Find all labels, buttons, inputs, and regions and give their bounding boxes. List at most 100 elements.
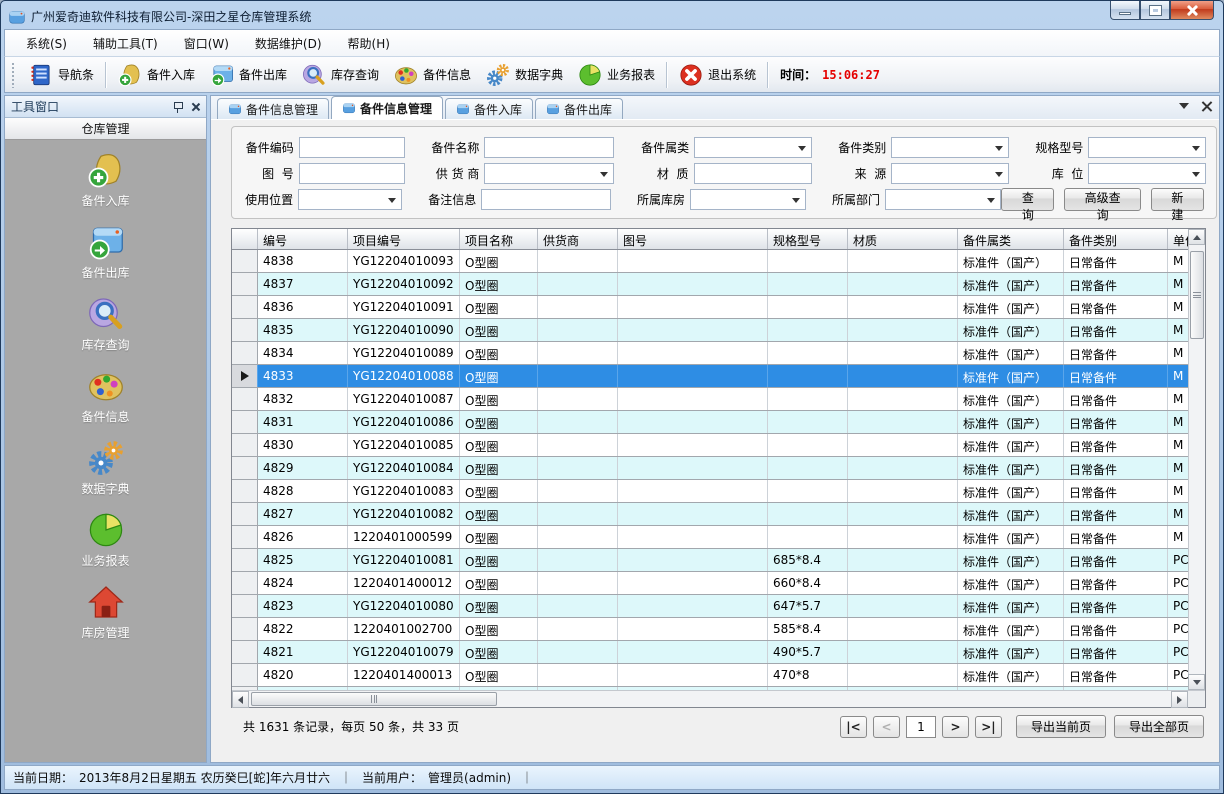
sidebar-item-warehouse-mgmt[interactable]: 库房管理 <box>5 582 206 641</box>
table-row[interactable]: 48201220401400013O型圈470*8标准件（国产）日常备件PC <box>232 664 1188 687</box>
sidebar-item-inventory-query[interactable]: 库存查询 <box>5 294 206 353</box>
horizontal-scrollbar[interactable] <box>232 691 1188 707</box>
tab-close-icon[interactable] <box>1201 101 1211 111</box>
tab-parts-in[interactable]: 备件入库 <box>445 98 533 119</box>
new-button[interactable]: 新建 <box>1151 188 1204 211</box>
table-row[interactable]: 4833YG12204010088O型圈标准件（国产）日常备件M <box>232 365 1188 388</box>
row-selector[interactable] <box>232 457 258 479</box>
row-selector[interactable] <box>232 273 258 295</box>
menu-item-data-maintenance[interactable]: 数据维护(D) <box>242 31 335 56</box>
toolbar-data-dict-button[interactable]: 数据字典 <box>478 59 570 91</box>
sidebar-item-parts-in[interactable]: 备件入库 <box>5 150 206 209</box>
close-button[interactable] <box>1170 1 1214 20</box>
maximize-button[interactable] <box>1140 1 1170 20</box>
sidebar-close-icon[interactable] <box>191 102 200 111</box>
grid-col-header-5[interactable]: 规格型号 <box>768 229 848 249</box>
table-row[interactable]: 48221220401002700O型圈585*8.4标准件（国产）日常备件PC <box>232 618 1188 641</box>
row-selector[interactable] <box>232 549 258 571</box>
table-row[interactable]: 4823YG12204010080O型圈647*5.7标准件（国产）日常备件PC <box>232 595 1188 618</box>
grid-col-header-3[interactable]: 供货商 <box>538 229 618 249</box>
table-row[interactable]: 4836YG12204010091O型圈标准件（国产）日常备件M <box>232 296 1188 319</box>
prev-page-button[interactable]: < <box>873 716 900 738</box>
part-name-input[interactable] <box>484 137 614 158</box>
department-select[interactable] <box>885 189 1001 210</box>
source-select[interactable] <box>891 163 1009 184</box>
grid-col-header-9[interactable]: 单位 <box>1168 229 1188 249</box>
toolbar-parts-info-button[interactable]: 备件信息 <box>386 59 478 91</box>
menu-item-help[interactable]: 帮助(H) <box>335 31 403 56</box>
scroll-up-icon[interactable] <box>1188 229 1205 245</box>
row-selector[interactable] <box>232 388 258 410</box>
warehouse-select[interactable] <box>690 189 806 210</box>
query-button[interactable]: 查询 <box>1001 188 1054 211</box>
scroll-right-icon[interactable] <box>1171 691 1188 708</box>
tab-parts-out[interactable]: 备件出库 <box>535 98 623 119</box>
tab-parts-info-mgmt-1[interactable]: 备件信息管理 <box>217 98 329 119</box>
table-row[interactable]: 4832YG12204010087O型圈标准件（国产）日常备件M <box>232 388 1188 411</box>
grid-col-header-1[interactable]: 项目编号 <box>348 229 460 249</box>
row-selector[interactable] <box>232 411 258 433</box>
menu-item-aux-tools[interactable]: 辅助工具(T) <box>80 31 171 56</box>
row-selector[interactable] <box>232 618 258 640</box>
advanced-query-button[interactable]: 高级查询 <box>1064 188 1140 211</box>
grid-col-header-2[interactable]: 项目名称 <box>460 229 538 249</box>
part-category-select[interactable] <box>694 137 812 158</box>
row-selector[interactable] <box>232 641 258 663</box>
titlebar[interactable]: 广州爱奇迪软件科技有限公司-深田之星仓库管理系统 <box>4 4 1220 29</box>
toolbar-exit-system-button[interactable]: 退出系统 <box>671 59 763 91</box>
table-row[interactable]: 48241220401400012O型圈660*8.4标准件（国产）日常备件PC <box>232 572 1188 595</box>
row-selector[interactable] <box>232 250 258 272</box>
toolbar-inventory-query-button[interactable]: 库存查询 <box>294 59 386 91</box>
next-page-button[interactable]: > <box>942 716 969 738</box>
toolbar-business-report-button[interactable]: 业务报表 <box>570 59 662 91</box>
part-class-select[interactable] <box>891 137 1009 158</box>
vertical-scrollbar[interactable] <box>1188 229 1205 690</box>
vertical-scroll-thumb[interactable] <box>1190 251 1204 339</box>
tab-parts-info-mgmt-2[interactable]: 备件信息管理 <box>331 96 443 119</box>
horizontal-scroll-thumb[interactable] <box>251 692 497 706</box>
table-row[interactable]: 4821YG12204010079O型圈490*5.7标准件（国产）日常备件PC <box>232 641 1188 664</box>
export-all-pages-button[interactable]: 导出全部页 <box>1114 715 1204 738</box>
toolbar-grip-handle[interactable] <box>11 62 16 88</box>
last-page-button[interactable]: >| <box>975 716 1002 738</box>
usage-position-select[interactable] <box>298 189 402 210</box>
toolbar-nav-bar-button[interactable]: 导航条 <box>21 59 101 91</box>
location-select[interactable] <box>1088 163 1206 184</box>
export-current-page-button[interactable]: 导出当前页 <box>1016 715 1106 738</box>
scroll-down-icon[interactable] <box>1188 674 1205 690</box>
material-input[interactable] <box>694 163 812 184</box>
tab-list-dropdown-icon[interactable] <box>1179 103 1189 109</box>
part-code-input[interactable] <box>299 137 405 158</box>
row-selector[interactable] <box>232 526 258 548</box>
row-selector[interactable] <box>232 365 258 387</box>
row-selector[interactable] <box>232 434 258 456</box>
scroll-left-icon[interactable] <box>232 691 249 708</box>
table-row[interactable]: 4827YG12204010082O型圈标准件（国产）日常备件M <box>232 503 1188 526</box>
first-page-button[interactable]: |< <box>840 716 867 738</box>
row-selector[interactable] <box>232 503 258 525</box>
table-row[interactable]: 48261220401000599O型圈标准件（国产）日常备件M <box>232 526 1188 549</box>
menu-item-system[interactable]: 系统(S) <box>13 31 80 56</box>
row-selector[interactable] <box>232 595 258 617</box>
remark-input[interactable] <box>481 189 611 210</box>
grid-col-header-4[interactable]: 图号 <box>618 229 768 249</box>
grid-col-header-0[interactable]: 编号 <box>258 229 348 249</box>
table-row[interactable]: 4838YG12204010093O型圈标准件（国产）日常备件M <box>232 250 1188 273</box>
sidebar-item-data-dict[interactable]: 数据字典 <box>5 438 206 497</box>
row-selector[interactable] <box>232 319 258 341</box>
table-row[interactable]: 4835YG12204010090O型圈标准件（国产）日常备件M <box>232 319 1188 342</box>
grid-select-all-header[interactable] <box>232 229 258 249</box>
table-row[interactable]: 4837YG12204010092O型圈标准件（国产）日常备件M <box>232 273 1188 296</box>
table-row[interactable]: 4825YG12204010081O型圈685*8.4标准件（国产）日常备件PC <box>232 549 1188 572</box>
sidebar-item-parts-out[interactable]: 备件出库 <box>5 222 206 281</box>
row-selector[interactable] <box>232 572 258 594</box>
minimize-button[interactable] <box>1110 1 1140 20</box>
grid-col-header-6[interactable]: 材质 <box>848 229 958 249</box>
table-row[interactable]: 4830YG12204010085O型圈标准件（国产）日常备件M <box>232 434 1188 457</box>
row-selector[interactable] <box>232 296 258 318</box>
sidebar-item-parts-info[interactable]: 备件信息 <box>5 366 206 425</box>
toolbar-parts-out-button[interactable]: 备件出库 <box>202 59 294 91</box>
table-row[interactable]: 4828YG12204010083O型圈标准件（国产）日常备件M <box>232 480 1188 503</box>
table-row[interactable]: 4831YG12204010086O型圈标准件（国产）日常备件M <box>232 411 1188 434</box>
row-selector[interactable] <box>232 342 258 364</box>
